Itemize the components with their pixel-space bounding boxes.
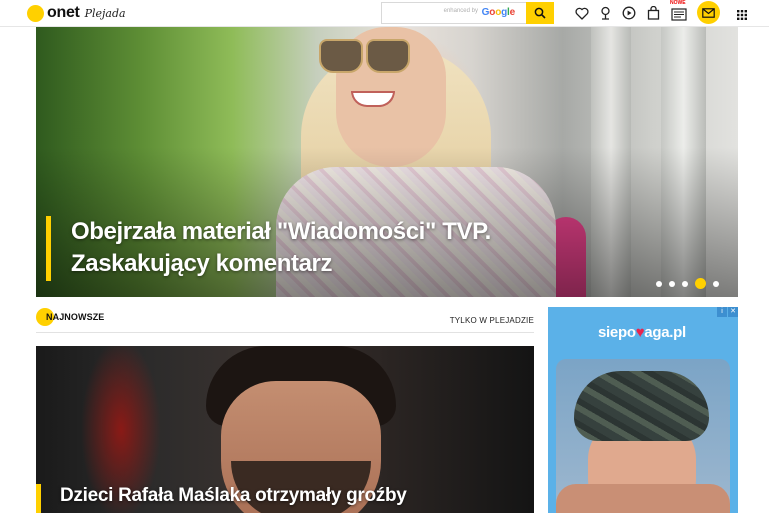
ad-info-icon[interactable]: i: [717, 307, 727, 317]
sunglasses-left-lens: [319, 39, 363, 73]
hero-title[interactable]: Obejrzała materiał "Wiadomości" TVP. Zas…: [71, 216, 531, 280]
mail-button[interactable]: [697, 1, 720, 24]
heart-icon: ♥: [635, 324, 645, 341]
onet-plejada-logo[interactable]: onet Plejada: [27, 3, 126, 23]
hero-title-accent-bar: [46, 216, 51, 281]
tv-program-button[interactable]: [670, 4, 688, 24]
ad-logo-part1: siepo: [598, 324, 636, 341]
heart-icon: [575, 7, 589, 20]
horoscope-button[interactable]: [596, 3, 614, 23]
ad-logo: siepo♥aga.pl: [598, 324, 686, 341]
hero-slider[interactable]: Obejrzała materiał "Wiadomości" TVP. Zas…: [36, 27, 738, 297]
ad-photo-headscarf: [574, 371, 709, 441]
article-card[interactable]: Dzieci Rafała Maślaka otrzymały groźby: [36, 346, 534, 513]
logo-text: onet: [47, 4, 80, 21]
shopping-bag-icon: [647, 6, 659, 20]
section-header: NAJNOWSZE TYLKO W PLEJADZIE: [36, 308, 534, 333]
article-title-accent-bar: [36, 484, 41, 513]
tv-program-icon: [671, 7, 687, 21]
play-icon: [622, 6, 636, 20]
article-title[interactable]: Dzieci Rafała Maślaka otrzymały groźby: [60, 485, 407, 507]
shopping-button[interactable]: [644, 3, 662, 23]
mail-icon: [702, 7, 715, 18]
slider-dot[interactable]: [656, 280, 662, 287]
slider-dots: [656, 278, 719, 289]
advertisement[interactable]: i ✕ siepo♥aga.pl: [548, 307, 738, 513]
search-button[interactable]: [526, 2, 554, 24]
apps-menu-button[interactable]: [737, 7, 747, 20]
top-bar: onet Plejada enhanced by Google NOWE: [0, 0, 769, 27]
video-button[interactable]: [620, 3, 638, 23]
horoscope-icon: [600, 6, 610, 20]
ad-badges: i ✕: [716, 307, 738, 317]
slider-dot[interactable]: [669, 280, 675, 287]
ad-photo-hands: [556, 484, 730, 513]
logo-dot-icon: [27, 4, 44, 22]
section-right-link[interactable]: TYLKO W PLEJADZIE: [450, 316, 534, 325]
google-label: Google: [481, 7, 516, 18]
slider-dot[interactable]: [682, 280, 688, 287]
search-powered-label: enhanced by: [443, 8, 478, 14]
ad-logo-part2: aga.pl: [644, 324, 686, 341]
logo-subtitle: Plejada: [84, 6, 126, 20]
search-box: enhanced by Google: [381, 2, 554, 24]
slider-dot-active[interactable]: [695, 278, 706, 289]
favorites-button[interactable]: [573, 3, 591, 23]
section-title[interactable]: NAJNOWSZE: [46, 312, 104, 322]
slider-dot[interactable]: [713, 280, 719, 287]
ad-photo: [556, 359, 730, 513]
apps-grid-icon: [737, 10, 747, 20]
sunglasses-right-lens: [366, 39, 410, 73]
search-icon: [534, 7, 546, 19]
ad-close-icon[interactable]: ✕: [728, 307, 738, 317]
